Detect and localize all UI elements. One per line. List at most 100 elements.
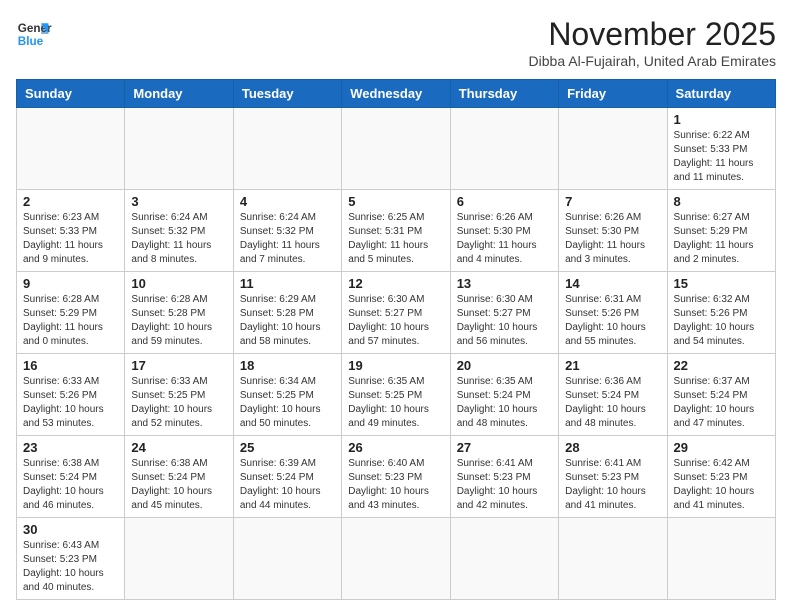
day-info: Sunrise: 6:29 AM Sunset: 5:28 PM Dayligh… xyxy=(240,293,335,349)
day-number: 28 xyxy=(565,440,660,455)
day-number: 16 xyxy=(23,358,118,373)
day-info: Sunrise: 6:35 AM Sunset: 5:24 PM Dayligh… xyxy=(457,375,552,431)
day-info: Sunrise: 6:24 AM Sunset: 5:32 PM Dayligh… xyxy=(240,211,335,267)
calendar-cell: 29Sunrise: 6:42 AM Sunset: 5:23 PM Dayli… xyxy=(667,436,775,518)
day-info: Sunrise: 6:38 AM Sunset: 5:24 PM Dayligh… xyxy=(23,457,118,513)
day-number: 27 xyxy=(457,440,552,455)
day-number: 9 xyxy=(23,276,118,291)
calendar-row-1: 1 Sunrise: 6:22 AM Sunset: 5:33 PM Daylig… xyxy=(17,108,776,190)
day-number: 19 xyxy=(348,358,443,373)
calendar-cell: 10 Sunrise: 6:28 AM Sunset: 5:28 PM Dayli… xyxy=(125,272,233,354)
calendar-cell xyxy=(125,518,233,600)
calendar-cell: 18 Sunrise: 6:34 AM Sunset: 5:25 PM Dayli… xyxy=(233,354,341,436)
day-number: 26 xyxy=(348,440,443,455)
day-info: Sunrise: 6:36 AM Sunset: 5:24 PM Dayligh… xyxy=(565,375,660,431)
calendar-cell: 24 Sunrise: 6:38 AM Sunset: 5:24 PM Dayli… xyxy=(125,436,233,518)
calendar-cell: 26 Sunrise: 6:40 AM Sunset: 5:23 PM Dayli… xyxy=(342,436,450,518)
day-number: 15 xyxy=(674,276,769,291)
day-number: 17 xyxy=(131,358,226,373)
calendar-cell: 6 Sunrise: 6:26 AM Sunset: 5:30 PM Daylig… xyxy=(450,190,558,272)
day-number: 24 xyxy=(131,440,226,455)
day-number: 25 xyxy=(240,440,335,455)
day-info: Sunrise: 6:24 AM Sunset: 5:32 PM Dayligh… xyxy=(131,211,226,267)
calendar-cell: 23 Sunrise: 6:38 AM Sunset: 5:24 PM Dayli… xyxy=(17,436,125,518)
calendar-cell: 20Sunrise: 6:35 AM Sunset: 5:24 PM Dayli… xyxy=(450,354,558,436)
title-block: November 2025 Dibba Al-Fujairah, United … xyxy=(529,16,776,69)
calendar-cell: 1 Sunrise: 6:22 AM Sunset: 5:33 PM Daylig… xyxy=(667,108,775,190)
day-number: 23 xyxy=(23,440,118,455)
day-info: Sunrise: 6:33 AM Sunset: 5:25 PM Dayligh… xyxy=(131,375,226,431)
day-number: 18 xyxy=(240,358,335,373)
weekday-header-friday: Friday xyxy=(559,80,667,108)
weekday-header-wednesday: Wednesday xyxy=(342,80,450,108)
day-info: Sunrise: 6:37 AM Sunset: 5:24 PM Dayligh… xyxy=(674,375,769,431)
weekday-header-monday: Monday xyxy=(125,80,233,108)
location-subtitle: Dibba Al-Fujairah, United Arab Emirates xyxy=(529,53,776,69)
day-info: Sunrise: 6:38 AM Sunset: 5:24 PM Dayligh… xyxy=(131,457,226,513)
calendar-cell xyxy=(342,518,450,600)
day-info: Sunrise: 6:27 AM Sunset: 5:29 PM Dayligh… xyxy=(674,211,769,267)
weekday-header-tuesday: Tuesday xyxy=(233,80,341,108)
day-info: Sunrise: 6:32 AM Sunset: 5:26 PM Dayligh… xyxy=(674,293,769,349)
calendar-cell: 16 Sunrise: 6:33 AM Sunset: 5:26 PM Dayli… xyxy=(17,354,125,436)
day-number: 14 xyxy=(565,276,660,291)
day-info: Sunrise: 6:30 AM Sunset: 5:27 PM Dayligh… xyxy=(348,293,443,349)
calendar-cell: 15 Sunrise: 6:32 AM Sunset: 5:26 PM Dayli… xyxy=(667,272,775,354)
day-info: Sunrise: 6:34 AM Sunset: 5:25 PM Dayligh… xyxy=(240,375,335,431)
day-info: Sunrise: 6:28 AM Sunset: 5:28 PM Dayligh… xyxy=(131,293,226,349)
calendar-cell: 13Sunrise: 6:30 AM Sunset: 5:27 PM Dayli… xyxy=(450,272,558,354)
day-info: Sunrise: 6:22 AM Sunset: 5:33 PM Dayligh… xyxy=(674,129,769,185)
calendar-cell xyxy=(559,518,667,600)
day-info: Sunrise: 6:26 AM Sunset: 5:30 PM Dayligh… xyxy=(457,211,552,267)
calendar-cell xyxy=(17,108,125,190)
day-info: Sunrise: 6:35 AM Sunset: 5:25 PM Dayligh… xyxy=(348,375,443,431)
calendar-cell: 30Sunrise: 6:43 AM Sunset: 5:23 PM Dayli… xyxy=(17,518,125,600)
calendar-cell xyxy=(233,518,341,600)
day-number: 30 xyxy=(23,522,118,537)
logo-icon: General Blue xyxy=(16,16,52,52)
calendar-row-3: 9Sunrise: 6:28 AM Sunset: 5:29 PM Daylig… xyxy=(17,272,776,354)
day-number: 1 xyxy=(674,112,769,127)
calendar-cell: 8 Sunrise: 6:27 AM Sunset: 5:29 PM Daylig… xyxy=(667,190,775,272)
calendar-cell xyxy=(667,518,775,600)
calendar-cell: 21Sunrise: 6:36 AM Sunset: 5:24 PM Dayli… xyxy=(559,354,667,436)
weekday-header-thursday: Thursday xyxy=(450,80,558,108)
day-number: 4 xyxy=(240,194,335,209)
calendar-cell: 12Sunrise: 6:30 AM Sunset: 5:27 PM Dayli… xyxy=(342,272,450,354)
day-info: Sunrise: 6:23 AM Sunset: 5:33 PM Dayligh… xyxy=(23,211,118,267)
day-info: Sunrise: 6:26 AM Sunset: 5:30 PM Dayligh… xyxy=(565,211,660,267)
day-number: 22 xyxy=(674,358,769,373)
day-info: Sunrise: 6:25 AM Sunset: 5:31 PM Dayligh… xyxy=(348,211,443,267)
day-number: 6 xyxy=(457,194,552,209)
calendar-table: SundayMondayTuesdayWednesdayThursdayFrid… xyxy=(16,79,776,600)
day-info: Sunrise: 6:42 AM Sunset: 5:23 PM Dayligh… xyxy=(674,457,769,513)
calendar-cell: 9Sunrise: 6:28 AM Sunset: 5:29 PM Daylig… xyxy=(17,272,125,354)
weekday-header-row: SundayMondayTuesdayWednesdayThursdayFrid… xyxy=(17,80,776,108)
day-number: 3 xyxy=(131,194,226,209)
day-number: 10 xyxy=(131,276,226,291)
day-info: Sunrise: 6:41 AM Sunset: 5:23 PM Dayligh… xyxy=(457,457,552,513)
logo: General Blue xyxy=(16,16,52,52)
calendar-cell xyxy=(559,108,667,190)
day-number: 8 xyxy=(674,194,769,209)
calendar-row-4: 16 Sunrise: 6:33 AM Sunset: 5:26 PM Dayli… xyxy=(17,354,776,436)
page-header: General Blue November 2025 Dibba Al-Fuja… xyxy=(16,16,776,69)
calendar-cell xyxy=(233,108,341,190)
calendar-row-5: 23 Sunrise: 6:38 AM Sunset: 5:24 PM Dayli… xyxy=(17,436,776,518)
calendar-cell: 11 Sunrise: 6:29 AM Sunset: 5:28 PM Dayli… xyxy=(233,272,341,354)
calendar-cell: 4 Sunrise: 6:24 AM Sunset: 5:32 PM Daylig… xyxy=(233,190,341,272)
calendar-cell: 22 Sunrise: 6:37 AM Sunset: 5:24 PM Dayli… xyxy=(667,354,775,436)
month-title: November 2025 xyxy=(529,16,776,53)
day-info: Sunrise: 6:39 AM Sunset: 5:24 PM Dayligh… xyxy=(240,457,335,513)
calendar-cell: 19 Sunrise: 6:35 AM Sunset: 5:25 PM Dayli… xyxy=(342,354,450,436)
calendar-cell xyxy=(342,108,450,190)
day-info: Sunrise: 6:31 AM Sunset: 5:26 PM Dayligh… xyxy=(565,293,660,349)
calendar-cell: 14 Sunrise: 6:31 AM Sunset: 5:26 PM Dayli… xyxy=(559,272,667,354)
calendar-cell: 7Sunrise: 6:26 AM Sunset: 5:30 PM Daylig… xyxy=(559,190,667,272)
day-info: Sunrise: 6:40 AM Sunset: 5:23 PM Dayligh… xyxy=(348,457,443,513)
day-info: Sunrise: 6:30 AM Sunset: 5:27 PM Dayligh… xyxy=(457,293,552,349)
day-number: 11 xyxy=(240,276,335,291)
calendar-cell: 28Sunrise: 6:41 AM Sunset: 5:23 PM Dayli… xyxy=(559,436,667,518)
day-info: Sunrise: 6:33 AM Sunset: 5:26 PM Dayligh… xyxy=(23,375,118,431)
calendar-cell: 17 Sunrise: 6:33 AM Sunset: 5:25 PM Dayli… xyxy=(125,354,233,436)
